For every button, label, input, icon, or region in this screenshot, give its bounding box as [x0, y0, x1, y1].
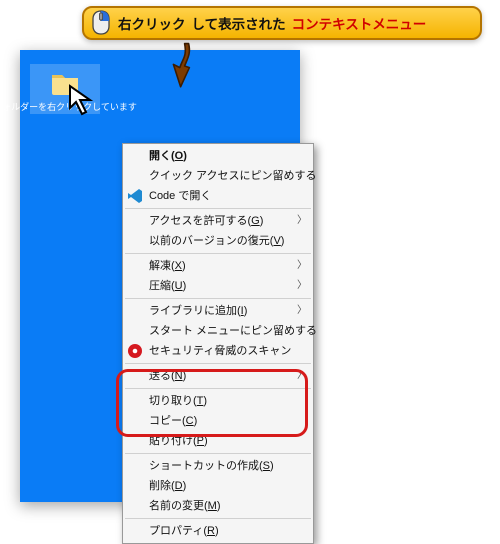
desktop-folder-selected[interactable]: フォルダーを右クリックしています	[30, 64, 100, 114]
menu-separator	[125, 298, 311, 299]
menu-separator	[125, 208, 311, 209]
menu-code-open[interactable]: Code で開く	[123, 186, 313, 206]
menu-pin-quick-access[interactable]: クイック アクセスにピン留めする	[123, 166, 313, 186]
desktop-area: フォルダーを右クリックしています 開く(O) クイック アクセスにピン留めする …	[20, 50, 300, 502]
chevron-right-icon: 〉	[297, 211, 307, 231]
menu-separator	[125, 388, 311, 389]
security-icon	[127, 343, 143, 359]
menu-security-scan[interactable]: セキュリティ脅威のスキャン	[123, 341, 313, 361]
menu-add-library[interactable]: ライブラリに追加(I) 〉	[123, 301, 313, 321]
vscode-icon	[127, 188, 143, 204]
menu-open[interactable]: 開く(O)	[123, 146, 313, 166]
menu-separator	[125, 363, 311, 364]
chevron-right-icon: 〉	[297, 301, 307, 321]
menu-pin-start[interactable]: スタート メニューにピン留めする	[123, 321, 313, 341]
menu-rename[interactable]: 名前の変更(M)	[123, 496, 313, 516]
menu-extract[interactable]: 解凍(X) 〉	[123, 256, 313, 276]
cursor-icon	[68, 84, 100, 116]
menu-send-to[interactable]: 送る(N) 〉	[123, 366, 313, 386]
menu-paste[interactable]: 貼り付け(P)	[123, 431, 313, 451]
menu-separator	[125, 453, 311, 454]
context-menu: 開く(O) クイック アクセスにピン留めする Code で開く アクセスを許可す…	[122, 143, 314, 544]
menu-separator	[125, 253, 311, 254]
menu-compress[interactable]: 圧縮(U) 〉	[123, 276, 313, 296]
callout-text-3: コンテキストメニュー	[292, 13, 427, 33]
menu-grant-access[interactable]: アクセスを許可する(G) 〉	[123, 211, 313, 231]
chevron-right-icon: 〉	[297, 256, 307, 276]
menu-separator	[125, 518, 311, 519]
menu-restore-previous[interactable]: 以前のバージョンの復元(V)	[123, 231, 313, 251]
menu-copy[interactable]: コピー(C)	[123, 411, 313, 431]
menu-properties[interactable]: プロパティ(R)	[123, 521, 313, 541]
mouse-icon	[90, 10, 112, 36]
callout-text-2: して表示された	[192, 13, 286, 33]
chevron-right-icon: 〉	[297, 366, 307, 386]
callout-text-1: 右クリック	[118, 13, 186, 33]
menu-cut[interactable]: 切り取り(T)	[123, 391, 313, 411]
menu-create-shortcut[interactable]: ショートカットの作成(S)	[123, 456, 313, 476]
menu-delete[interactable]: 削除(D)	[123, 476, 313, 496]
chevron-right-icon: 〉	[297, 276, 307, 296]
arrow-icon	[164, 42, 194, 90]
instruction-callout: 右クリック して表示された コンテキストメニュー	[82, 6, 482, 40]
